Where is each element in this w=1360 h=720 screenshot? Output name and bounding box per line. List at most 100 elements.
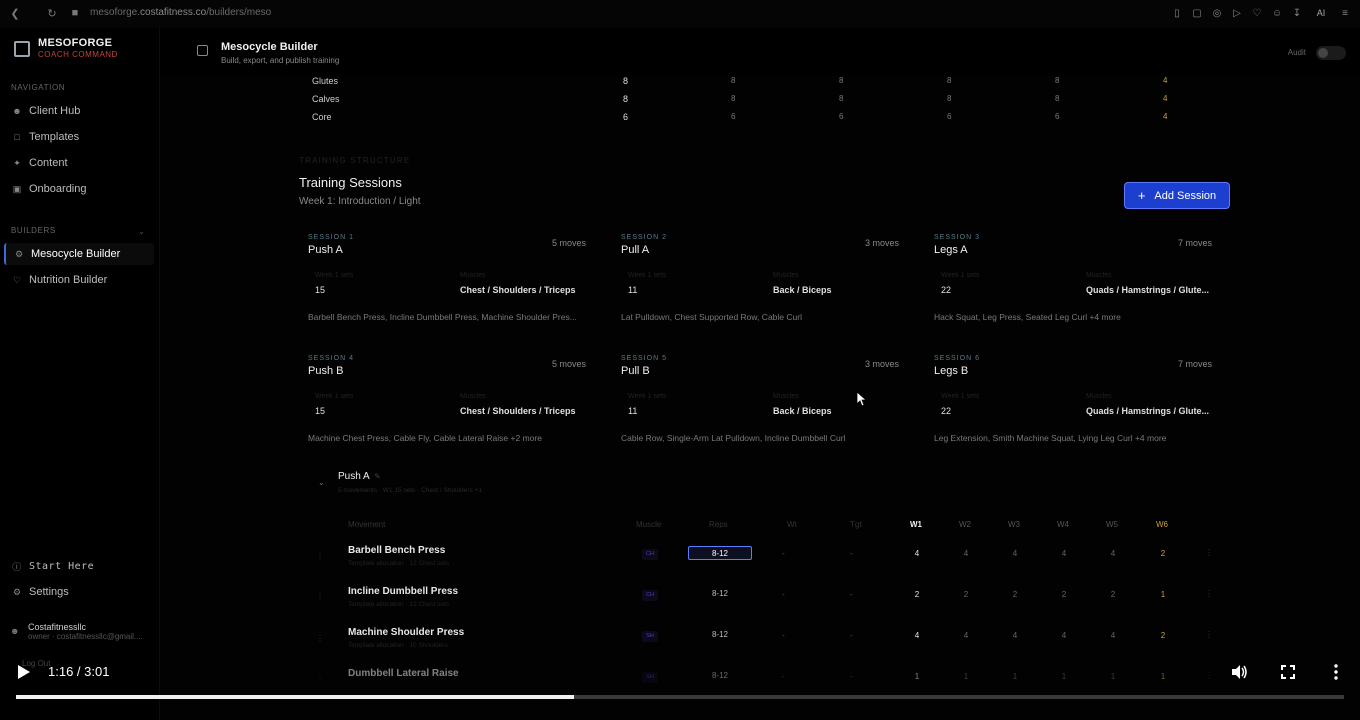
col-week[interactable]: W1: [910, 520, 922, 529]
session-card[interactable]: SESSION 2 Pull A 3 moves Week 1 sets Muscles…: [613, 234, 913, 344]
exercise-row[interactable]: ⋮ Machine Shoulder Press Template allocati…: [310, 627, 1230, 667]
row-menu-icon[interactable]: ⋮: [1205, 671, 1213, 680]
target-input[interactable]: -: [850, 672, 853, 681]
drag-handle-icon[interactable]: ⋮: [316, 675, 324, 684]
drag-handle-icon[interactable]: ⋮: [316, 552, 324, 561]
shield-icon[interactable]: ◎: [1210, 6, 1224, 20]
session-card[interactable]: SESSION 6 Legs B 7 moves Week 1 sets Muscles…: [926, 355, 1226, 465]
week-sets-cell[interactable]: 4: [956, 549, 976, 558]
edit-icon[interactable]: ✎: [374, 472, 381, 481]
reload-icon[interactable]: ↻: [45, 6, 59, 20]
volume-value[interactable]: 6: [731, 112, 735, 121]
sidebar-item-nutrition-builder[interactable]: ♡ Nutrition Builder: [4, 269, 154, 291]
exercise-row[interactable]: ⋮ Barbell Bench Press Template allocation …: [310, 545, 1230, 585]
reps-input[interactable]: 8-12: [688, 587, 752, 601]
volume-value[interactable]: 8: [947, 76, 951, 85]
week-sets-cell[interactable]: 2: [1005, 590, 1025, 599]
volume-value[interactable]: 8: [839, 94, 843, 103]
address-bar[interactable]: mesoforge.costafitness.co/builders/meso: [90, 7, 271, 18]
sidebar-item-content[interactable]: ✦ Content: [4, 152, 154, 174]
session-card[interactable]: SESSION 3 Legs A 7 moves Week 1 sets Muscles…: [926, 234, 1226, 344]
row-menu-icon[interactable]: ⋮: [1205, 630, 1213, 639]
sidebar-item-templates[interactable]: □ Templates: [4, 126, 154, 148]
day-header[interactable]: ⌄ Push A ✎ 5 movements · W1 15 sets · Ch…: [300, 468, 1230, 498]
sidebar-toggle-icon[interactable]: [197, 45, 208, 56]
volume-value[interactable]: 4: [1163, 94, 1167, 103]
session-card[interactable]: SESSION 1 Push A 5 moves Week 1 sets Muscles…: [300, 234, 600, 344]
week-sets-cell[interactable]: 2: [907, 590, 927, 599]
week-sets-cell[interactable]: 1: [1153, 590, 1173, 599]
week-sets-cell[interactable]: 1: [1103, 672, 1123, 681]
exercise-row[interactable]: ⋮ Dumbbell Lateral Raise SH 8-12 - - 1 1 1 1 1 1 ⋮: [310, 668, 1230, 708]
session-card[interactable]: SESSION 5 Pull B 3 moves Week 1 sets Muscles…: [613, 355, 913, 465]
video-progress-bar[interactable]: [16, 695, 1344, 699]
col-week[interactable]: W4: [1057, 520, 1069, 529]
weight-input[interactable]: -: [782, 631, 785, 640]
volume-value[interactable]: 8: [1055, 76, 1059, 85]
sidebar-item-settings[interactable]: ⚙ Settings: [4, 581, 154, 603]
user-account[interactable]: ☻ Costafitnessllc owner · costafitnessll…: [10, 622, 143, 641]
weight-input[interactable]: -: [782, 672, 785, 681]
week-sets-cell[interactable]: 1: [956, 672, 976, 681]
row-menu-icon[interactable]: ⋮: [1205, 589, 1213, 598]
session-card[interactable]: SESSION 4 Push B 5 moves Week 1 sets Muscles…: [300, 355, 600, 465]
volume-value[interactable]: 8: [731, 94, 735, 103]
volume-value[interactable]: 4: [1163, 112, 1167, 121]
row-menu-icon[interactable]: ⋮: [1205, 548, 1213, 557]
week-sets-cell[interactable]: 2: [1153, 549, 1173, 558]
reps-input[interactable]: 8-12: [688, 628, 752, 642]
play-icon[interactable]: ▷: [1230, 6, 1244, 20]
volume-value[interactable]: 6: [1055, 112, 1059, 121]
week-sets-cell[interactable]: 2: [1054, 590, 1074, 599]
brand[interactable]: MESOFORGE COACH COMMAND: [14, 37, 118, 59]
col-week[interactable]: W2: [959, 520, 971, 529]
sidebar-item-start-here[interactable]: ⓘ Start Here: [4, 555, 154, 577]
volume-value[interactable]: 8: [839, 76, 843, 85]
volume-value[interactable]: 8: [731, 76, 735, 85]
download-icon[interactable]: ↧: [1290, 6, 1304, 20]
week-sets-cell[interactable]: 4: [956, 631, 976, 640]
col-week[interactable]: W3: [1008, 520, 1020, 529]
week-sets-cell[interactable]: 1: [907, 672, 927, 681]
week-sets-cell[interactable]: 4: [1103, 549, 1123, 558]
target-input[interactable]: -: [850, 549, 853, 558]
week-sets-cell[interactable]: 1: [1054, 672, 1074, 681]
reps-input[interactable]: 8-12: [688, 546, 752, 560]
volume-value[interactable]: 6: [839, 112, 843, 121]
sidebar-item-mesocycle-builder[interactable]: ⚙ Mesocycle Builder: [4, 243, 154, 265]
week-sets-cell[interactable]: 4: [1005, 549, 1025, 558]
week-sets-cell[interactable]: 4: [1005, 631, 1025, 640]
volume-value[interactable]: 8: [623, 76, 628, 86]
volume-value[interactable]: 8: [1055, 94, 1059, 103]
drag-handle-icon[interactable]: ⋮: [316, 593, 324, 602]
col-week[interactable]: W5: [1106, 520, 1118, 529]
volume-value[interactable]: 8: [623, 94, 628, 104]
sidebar-item-client-hub[interactable]: ☻ Client Hub: [4, 100, 154, 122]
week-sets-cell[interactable]: 4: [1054, 549, 1074, 558]
volume-value[interactable]: 8: [947, 94, 951, 103]
fullscreen-icon[interactable]: [1281, 665, 1295, 679]
audit-toggle[interactable]: [1316, 46, 1346, 60]
week-sets-cell[interactable]: 4: [907, 549, 927, 558]
bookmark-icon[interactable]: ▯: [1170, 6, 1184, 20]
volume-value[interactable]: 6: [623, 112, 628, 122]
week-sets-cell[interactable]: 4: [1054, 631, 1074, 640]
volume-value[interactable]: 4: [1163, 76, 1167, 85]
reps-input[interactable]: 8-12: [688, 669, 752, 683]
chevron-down-icon[interactable]: ⌄: [138, 227, 145, 236]
add-session-button[interactable]: + Add Session: [1124, 182, 1230, 209]
screenshot-icon[interactable]: ▢: [1190, 6, 1204, 20]
week-sets-cell[interactable]: 4: [907, 631, 927, 640]
week-sets-cell[interactable]: 1: [1005, 672, 1025, 681]
play-icon[interactable]: [17, 664, 31, 680]
week-sets-cell[interactable]: 2: [1103, 590, 1123, 599]
sidebar-item-onboarding[interactable]: ▣ Onboarding: [4, 178, 154, 200]
target-input[interactable]: -: [850, 631, 853, 640]
menu-icon[interactable]: ≡: [1338, 6, 1352, 20]
target-input[interactable]: -: [850, 590, 853, 599]
favorite-icon[interactable]: ♡: [1250, 6, 1264, 20]
exercise-row[interactable]: ⋮ Incline Dumbbell Press Template allocati…: [310, 586, 1230, 626]
week-sets-cell[interactable]: 4: [1103, 631, 1123, 640]
weight-input[interactable]: -: [782, 590, 785, 599]
volume-value[interactable]: 6: [947, 112, 951, 121]
